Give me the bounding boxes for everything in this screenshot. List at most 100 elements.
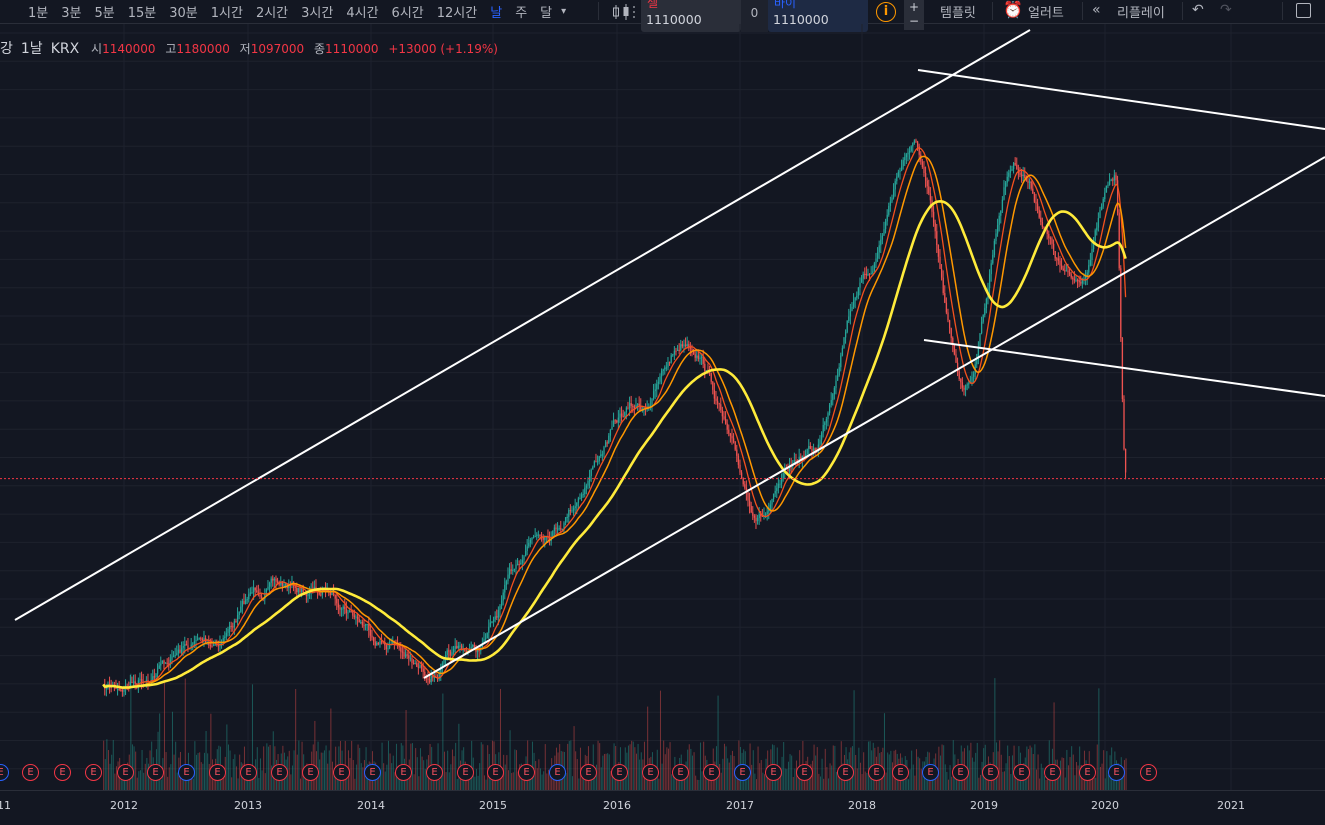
earnings-badge[interactable]: E [178, 764, 195, 781]
earnings-badge[interactable]: E [271, 764, 288, 781]
candle-body [620, 413, 623, 417]
earnings-badge[interactable]: E [922, 764, 939, 781]
candle-body [908, 151, 911, 153]
earnings-badge[interactable]: E [611, 764, 628, 781]
x-axis-label: 2017 [726, 799, 754, 812]
earnings-badge[interactable]: E [868, 764, 885, 781]
template-button[interactable]: 템플릿 [940, 2, 976, 21]
undo-icon[interactable]: ↶ [1192, 2, 1204, 18]
earnings-badge[interactable]: E [580, 764, 597, 781]
candle-body [787, 469, 789, 472]
earnings-badge[interactable]: E [54, 764, 71, 781]
candle-body [726, 423, 728, 430]
earnings-badge[interactable]: E [302, 764, 319, 781]
interval-11[interactable]: 날 [484, 2, 509, 21]
volume-bar [194, 741, 196, 790]
price-chart[interactable] [0, 24, 1325, 790]
earnings-badge[interactable]: E [147, 764, 164, 781]
candle-style-icon[interactable] [610, 3, 638, 21]
earnings-badge[interactable]: E [1079, 764, 1096, 781]
redo-icon[interactable]: ↷ [1220, 2, 1232, 18]
earnings-badge[interactable]: E [837, 764, 854, 781]
info-icon[interactable]: i [876, 2, 896, 22]
earnings-badge[interactable]: E [765, 764, 782, 781]
volume-bar [827, 778, 829, 790]
candle-body [1083, 277, 1085, 280]
time-axis[interactable]: 11 2012 2013 2014 2015 2016 2017 2018 2019 2020 20… [0, 790, 1325, 825]
earnings-badge[interactable]: E [1140, 764, 1157, 781]
candle-body [193, 641, 196, 644]
interval-10[interactable]: 12시간 [431, 2, 484, 21]
candle-body [860, 278, 863, 283]
candle-body [401, 651, 404, 653]
earnings-badge[interactable]: E [209, 764, 226, 781]
interval-6[interactable]: 2시간 [250, 2, 295, 21]
interval-3[interactable]: 15분 [122, 2, 164, 21]
earnings-badge[interactable]: E [117, 764, 134, 781]
interval-1[interactable]: 3분 [55, 2, 88, 21]
volume-bar [354, 778, 356, 790]
interval-12[interactable]: 주 [509, 2, 534, 21]
earnings-badge[interactable]: E [85, 764, 102, 781]
candle-body [656, 383, 658, 390]
candle-body [246, 599, 248, 601]
earnings-badge[interactable]: E [240, 764, 257, 781]
candle-body [843, 337, 845, 349]
volume-bar [456, 778, 458, 790]
interval-9[interactable]: 6시간 [386, 2, 431, 21]
qty-plus-button[interactable]: + [904, 0, 924, 14]
earnings-badge[interactable]: E [395, 764, 412, 781]
candle-body [857, 287, 860, 296]
earnings-badge[interactable]: E [549, 764, 566, 781]
volume-bar [1098, 688, 1100, 790]
candle-body [209, 645, 212, 647]
earnings-badge[interactable]: E [1013, 764, 1030, 781]
candle-body [654, 389, 656, 392]
candle-body [740, 472, 743, 478]
volume-bar [698, 779, 700, 790]
candle-body [832, 394, 834, 401]
earnings-badge[interactable]: E [1044, 764, 1061, 781]
earnings-badge[interactable]: E [487, 764, 504, 781]
interval-dropdown-icon[interactable]: ▾ [561, 6, 566, 17]
interval-5[interactable]: 1시간 [205, 2, 250, 21]
candle-body [212, 645, 215, 647]
earnings-badge[interactable]: E [333, 764, 350, 781]
earnings-badge[interactable]: E [952, 764, 969, 781]
earnings-badge[interactable]: E [672, 764, 689, 781]
volume-bar [951, 776, 953, 790]
earnings-badge[interactable]: E [426, 764, 443, 781]
volume-bar [544, 744, 546, 790]
earnings-badge[interactable]: E [457, 764, 474, 781]
interval-8[interactable]: 4시간 [340, 2, 385, 21]
earnings-badge[interactable]: E [982, 764, 999, 781]
interval-7[interactable]: 3시간 [295, 2, 340, 21]
interval-4[interactable]: 30분 [163, 2, 205, 21]
candle-body [1035, 201, 1037, 204]
volume-bar [298, 740, 300, 790]
interval-13[interactable]: 달 [534, 2, 559, 21]
earnings-badge[interactable]: E [364, 764, 381, 781]
earnings-badge[interactable]: E [518, 764, 535, 781]
symbol-name[interactable]: 강 [0, 41, 13, 57]
volume-bar [1007, 745, 1009, 790]
volume-bar [226, 724, 228, 790]
volume-bar [157, 731, 159, 790]
fullscreen-icon[interactable] [1296, 3, 1311, 18]
alert-button[interactable]: 얼러트 [1028, 2, 1064, 21]
earnings-badge[interactable]: E [796, 764, 813, 781]
earnings-badge[interactable]: E [1108, 764, 1125, 781]
replay-button[interactable]: 리플레이 [1117, 2, 1165, 21]
interval-0[interactable]: 1분 [22, 2, 55, 21]
candle-body [1012, 163, 1015, 170]
candle-body [926, 180, 928, 187]
volume-bar [816, 747, 818, 790]
earnings-badge[interactable]: E [703, 764, 720, 781]
earnings-badge[interactable]: E [892, 764, 909, 781]
volume-bar [381, 742, 383, 790]
volume-bar [227, 744, 229, 790]
earnings-badge[interactable]: E [734, 764, 751, 781]
interval-2[interactable]: 5분 [88, 2, 121, 21]
earnings-badge[interactable]: E [22, 764, 39, 781]
earnings-badge[interactable]: E [642, 764, 659, 781]
